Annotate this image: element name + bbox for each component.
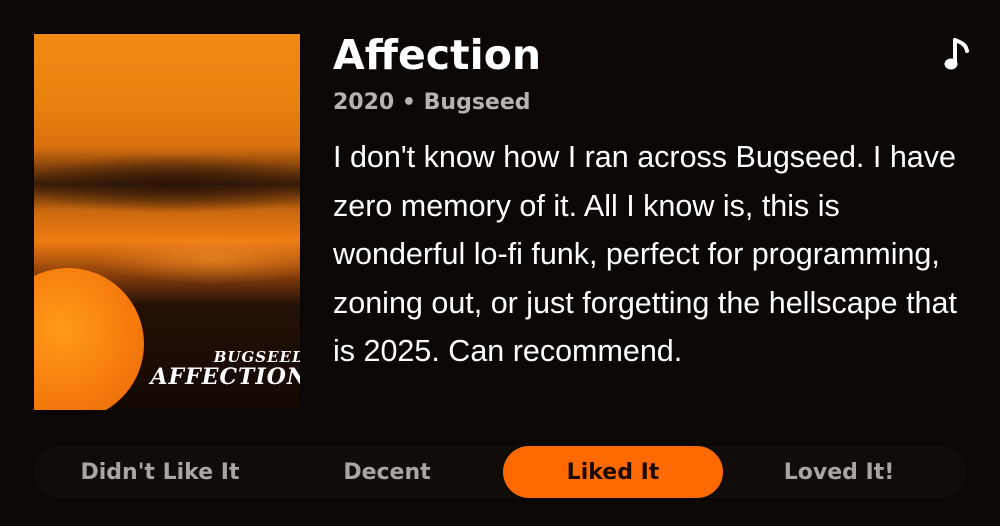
music-note-icon: [944, 38, 969, 70]
rating-option-decent[interactable]: Decent: [277, 446, 497, 498]
meta-separator: •: [401, 90, 416, 115]
album-title: Affection: [333, 31, 542, 79]
album-review-card: BUGSEED AFFECTION Affection 2020 • Bugse…: [0, 0, 1000, 526]
album-cover: BUGSEED AFFECTION: [34, 34, 300, 410]
cover-title-text: AFFECTION: [150, 364, 300, 390]
rating-option-loved-it[interactable]: Loved It!: [729, 446, 949, 498]
rating-selector: Didn't Like It Decent Liked It Loved It!: [34, 446, 966, 498]
rating-option-didnt-like-it[interactable]: Didn't Like It: [50, 446, 270, 498]
album-meta: 2020 • Bugseed: [333, 88, 531, 118]
cover-cloud-glow: [94, 234, 300, 284]
cover-sun: [34, 268, 144, 410]
album-year: 2020: [333, 90, 395, 115]
rating-option-liked-it[interactable]: Liked It: [503, 446, 723, 498]
album-artist: Bugseed: [423, 90, 531, 115]
cover-cloud: [34, 154, 300, 214]
review-text: I don't know how I ran across Bugseed. I…: [333, 140, 957, 368]
